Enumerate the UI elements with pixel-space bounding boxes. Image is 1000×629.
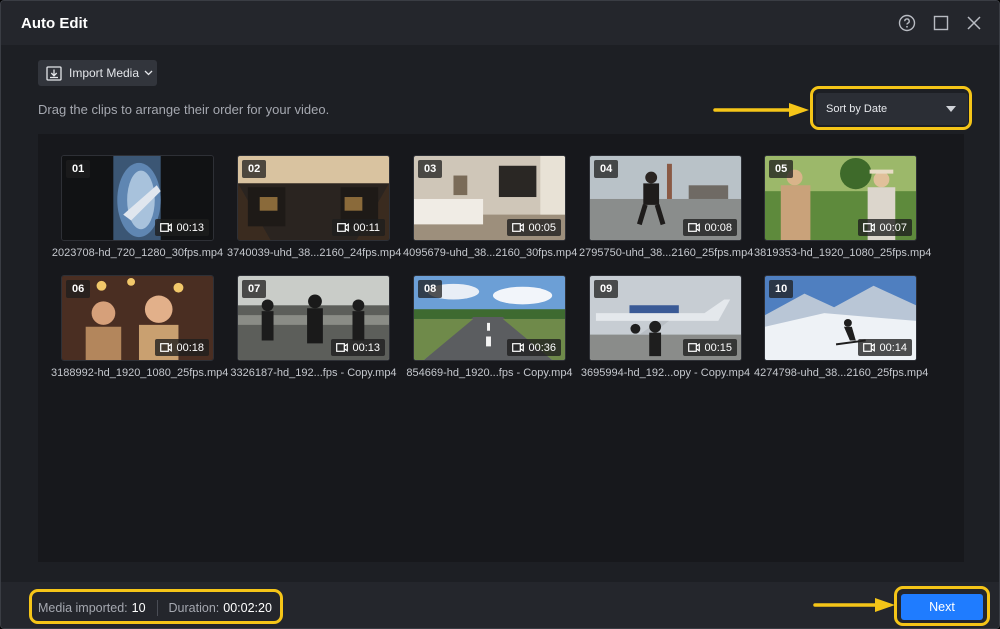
help-icon[interactable] [896,12,918,34]
video-icon [688,343,701,352]
import-icon [46,65,62,81]
clip-filename: 3326187-hd_192...fps - Copy.mp4 [230,367,397,379]
clip-item[interactable]: 01 00:13 2023708-hd_720_1280_30fps.mp4 [52,155,223,259]
media-imported-label: Media imported: [38,601,128,615]
clip-number: 08 [418,280,443,298]
clip-number: 05 [769,160,794,178]
annotation-arrow-icon [713,103,809,117]
clip-filename: 4095679-uhd_38...2160_30fps.mp4 [403,247,578,259]
clip-number: 07 [242,280,267,298]
clip-item[interactable]: 04 00:08 2795750-uhd_38...2160_25fps.mp4 [579,155,753,259]
clip-item[interactable]: 06 00:18 3188992-hd_1920_1080_25fps.mp4 [51,275,228,379]
clip-number: 02 [242,160,267,178]
clip-thumbnail[interactable]: 10 00:14 [764,275,917,361]
clip-duration: 00:14 [858,339,912,356]
title-bar: Auto Edit [1,1,999,45]
import-media-button[interactable]: Import Media [38,60,157,86]
clip-filename: 3819353-hd_1920_1080_25fps.mp4 [754,247,932,259]
clip-duration: 00:08 [683,219,737,236]
clip-number: 01 [66,160,91,178]
clip-duration: 00:15 [683,339,737,356]
clip-duration: 00:13 [155,219,209,236]
clip-filename: 854669-hd_1920...fps - Copy.mp4 [406,367,573,379]
clip-thumbnail[interactable]: 03 00:05 [413,155,566,241]
clip-duration: 00:13 [331,339,385,356]
clip-item[interactable]: 03 00:05 4095679-uhd_38...2160_30fps.mp4 [403,155,577,259]
video-icon [863,223,876,232]
clip-item[interactable]: 09 00:15 3695994-hd_192...opy - Copy.mp4 [581,275,750,379]
footer-bar: Media imported: 10 Duration: 00:02:20 Ne… [1,582,999,628]
video-icon [337,223,350,232]
clip-filename: 3740039-uhd_38...2160_24fps.mp4 [227,247,402,259]
clip-filename: 3188992-hd_1920_1080_25fps.mp4 [51,367,229,379]
clip-filename: 2795750-uhd_38...2160_25fps.mp4 [579,247,754,259]
window-title: Auto Edit [21,15,88,32]
clip-duration: 00:11 [332,219,385,236]
clip-duration: 00:18 [155,339,209,356]
sort-dropdown[interactable]: Sort by Date [816,93,968,125]
duration-label: Duration: [168,601,220,615]
clip-thumbnail[interactable]: 05 00:07 [764,155,917,241]
chevron-down-icon [144,70,153,76]
clip-thumbnail[interactable]: 08 00:36 [413,275,566,361]
clip-duration: 00:36 [507,339,561,356]
clip-thumbnail[interactable]: 06 00:18 [61,275,214,361]
clip-filename: 2023708-hd_720_1280_30fps.mp4 [51,247,224,259]
video-icon [160,223,173,232]
annotation-arrow-icon [813,598,895,612]
arrange-hint: Drag the clips to arrange their order fo… [38,102,330,117]
duration-value: 00:02:20 [223,601,272,615]
clip-number: 03 [418,160,443,178]
clip-thumbnail[interactable]: 04 00:08 [589,155,742,241]
clip-item[interactable]: 10 00:14 4274798-uhd_38...2160_25fps.mp4 [754,275,928,379]
import-media-label: Import Media [69,66,140,80]
video-icon [512,343,525,352]
clip-number: 06 [66,280,91,298]
auto-edit-window: Auto Edit Import Media Drag the clips to… [0,0,1000,629]
next-button[interactable]: Next [901,594,983,620]
clip-thumbnail[interactable]: 07 00:13 [237,275,390,361]
video-icon [512,223,525,232]
media-imported-count: 10 [131,601,146,615]
maximize-icon[interactable] [930,12,952,34]
video-icon [160,343,173,352]
clip-item[interactable]: 08 00:36 854669-hd_1920...fps - Copy.mp4 [406,275,573,379]
sort-selected-label: Sort by Date [826,103,888,115]
clip-item[interactable]: 07 00:13 3326187-hd_192...fps - Copy.mp4 [230,275,397,379]
import-status: Media imported: 10 Duration: 00:02:20 [38,600,272,616]
clip-item[interactable]: 02 00:11 3740039-uhd_38...2160_24fps.mp4 [227,155,401,259]
clip-thumbnail[interactable]: 09 00:15 [589,275,742,361]
clip-number: 09 [594,280,619,298]
clip-thumbnail[interactable]: 01 00:13 [61,155,214,241]
clip-number: 04 [594,160,619,178]
clip-item[interactable]: 05 00:07 3819353-hd_1920_1080_25fps.mp4 [754,155,931,259]
clip-number: 10 [769,280,794,298]
video-icon [863,343,876,352]
clip-duration: 00:07 [858,219,912,236]
clip-thumbnail[interactable]: 02 00:11 [237,155,390,241]
clip-filename: 4274798-uhd_38...2160_25fps.mp4 [754,367,929,379]
clip-filename: 3695994-hd_192...opy - Copy.mp4 [580,367,751,379]
clip-duration: 00:05 [507,219,561,236]
status-divider [156,600,158,616]
close-icon[interactable] [963,12,985,34]
video-icon [688,223,701,232]
caret-down-icon [946,106,956,112]
video-icon [336,343,349,352]
